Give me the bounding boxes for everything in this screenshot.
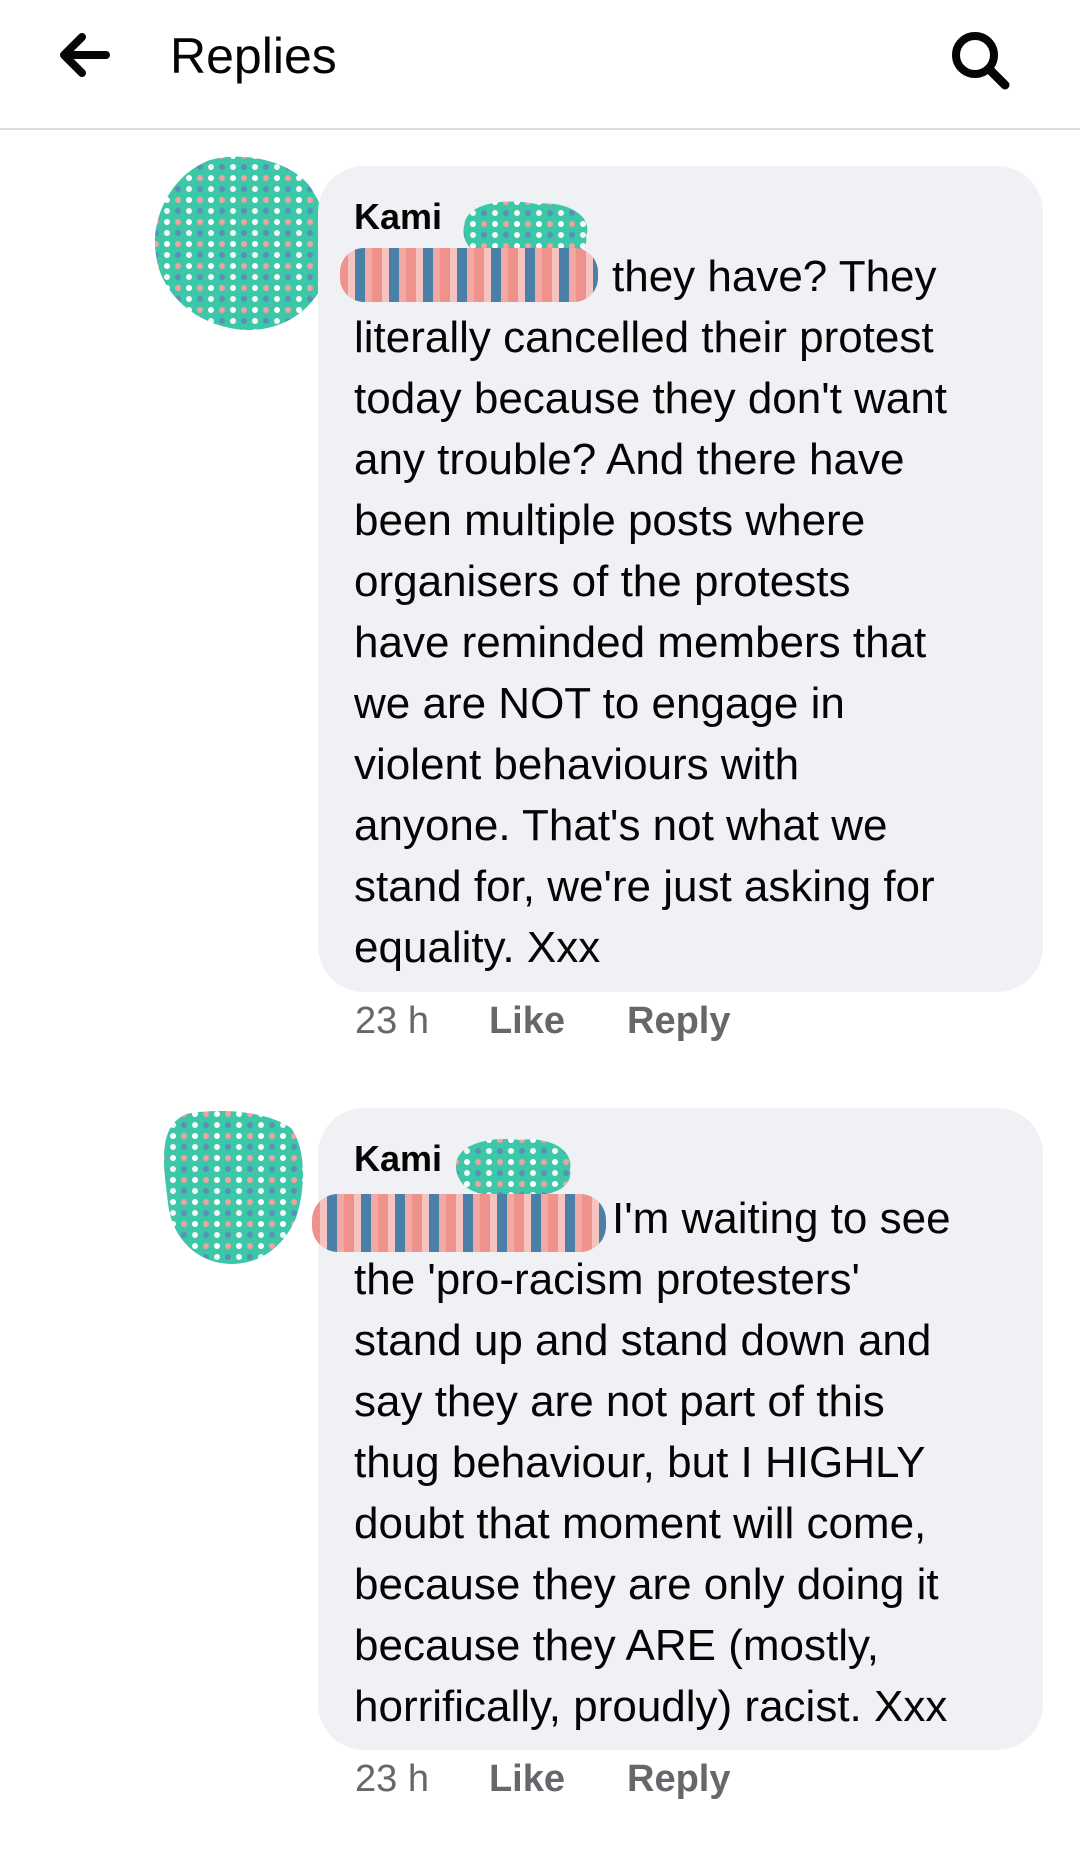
- comment-timestamp[interactable]: 23 h: [355, 1758, 429, 1801]
- avatar[interactable]: [156, 1108, 306, 1268]
- redaction-spacer: [354, 290, 612, 291]
- back-button[interactable]: [50, 22, 120, 92]
- avatar[interactable]: [150, 150, 335, 335]
- comment-text-body: they have? They literally cancelled thei…: [354, 252, 948, 972]
- search-icon: [947, 27, 1013, 98]
- page-title: Replies: [170, 28, 337, 84]
- redaction-spacer: [354, 1232, 612, 1233]
- comment-meta: 23 h Like Reply: [355, 1754, 731, 1804]
- app-bar: Replies: [0, 0, 1080, 130]
- comment-bubble[interactable]: Kami I'm waiting to see the 'pro-racism …: [312, 1108, 1043, 1750]
- like-button[interactable]: Like: [489, 1758, 565, 1801]
- search-button[interactable]: [940, 22, 1020, 102]
- reply-button[interactable]: Reply: [627, 1000, 730, 1043]
- comment-author-row: Kami: [354, 1130, 1007, 1196]
- like-button[interactable]: Like: [489, 1000, 565, 1043]
- comment-author-row: Kami: [354, 188, 1007, 261]
- comment-text: I'm waiting to see the 'pro-racism prote…: [354, 1188, 1007, 1737]
- arrow-left-icon: [58, 32, 112, 82]
- comment-author[interactable]: Kami: [354, 1138, 442, 1179]
- comment-author[interactable]: Kami: [354, 196, 442, 237]
- comment-timestamp[interactable]: 23 h: [355, 1000, 429, 1043]
- reply-button[interactable]: Reply: [627, 1758, 730, 1801]
- comment-bubble[interactable]: Kami they have? They literally cancelled…: [318, 166, 1043, 992]
- comment-text: they have? They literally cancelled thei…: [354, 246, 1007, 978]
- comment-text-body: I'm waiting to see the 'pro-racism prote…: [354, 1194, 951, 1731]
- comment-meta: 23 h Like Reply: [355, 996, 731, 1046]
